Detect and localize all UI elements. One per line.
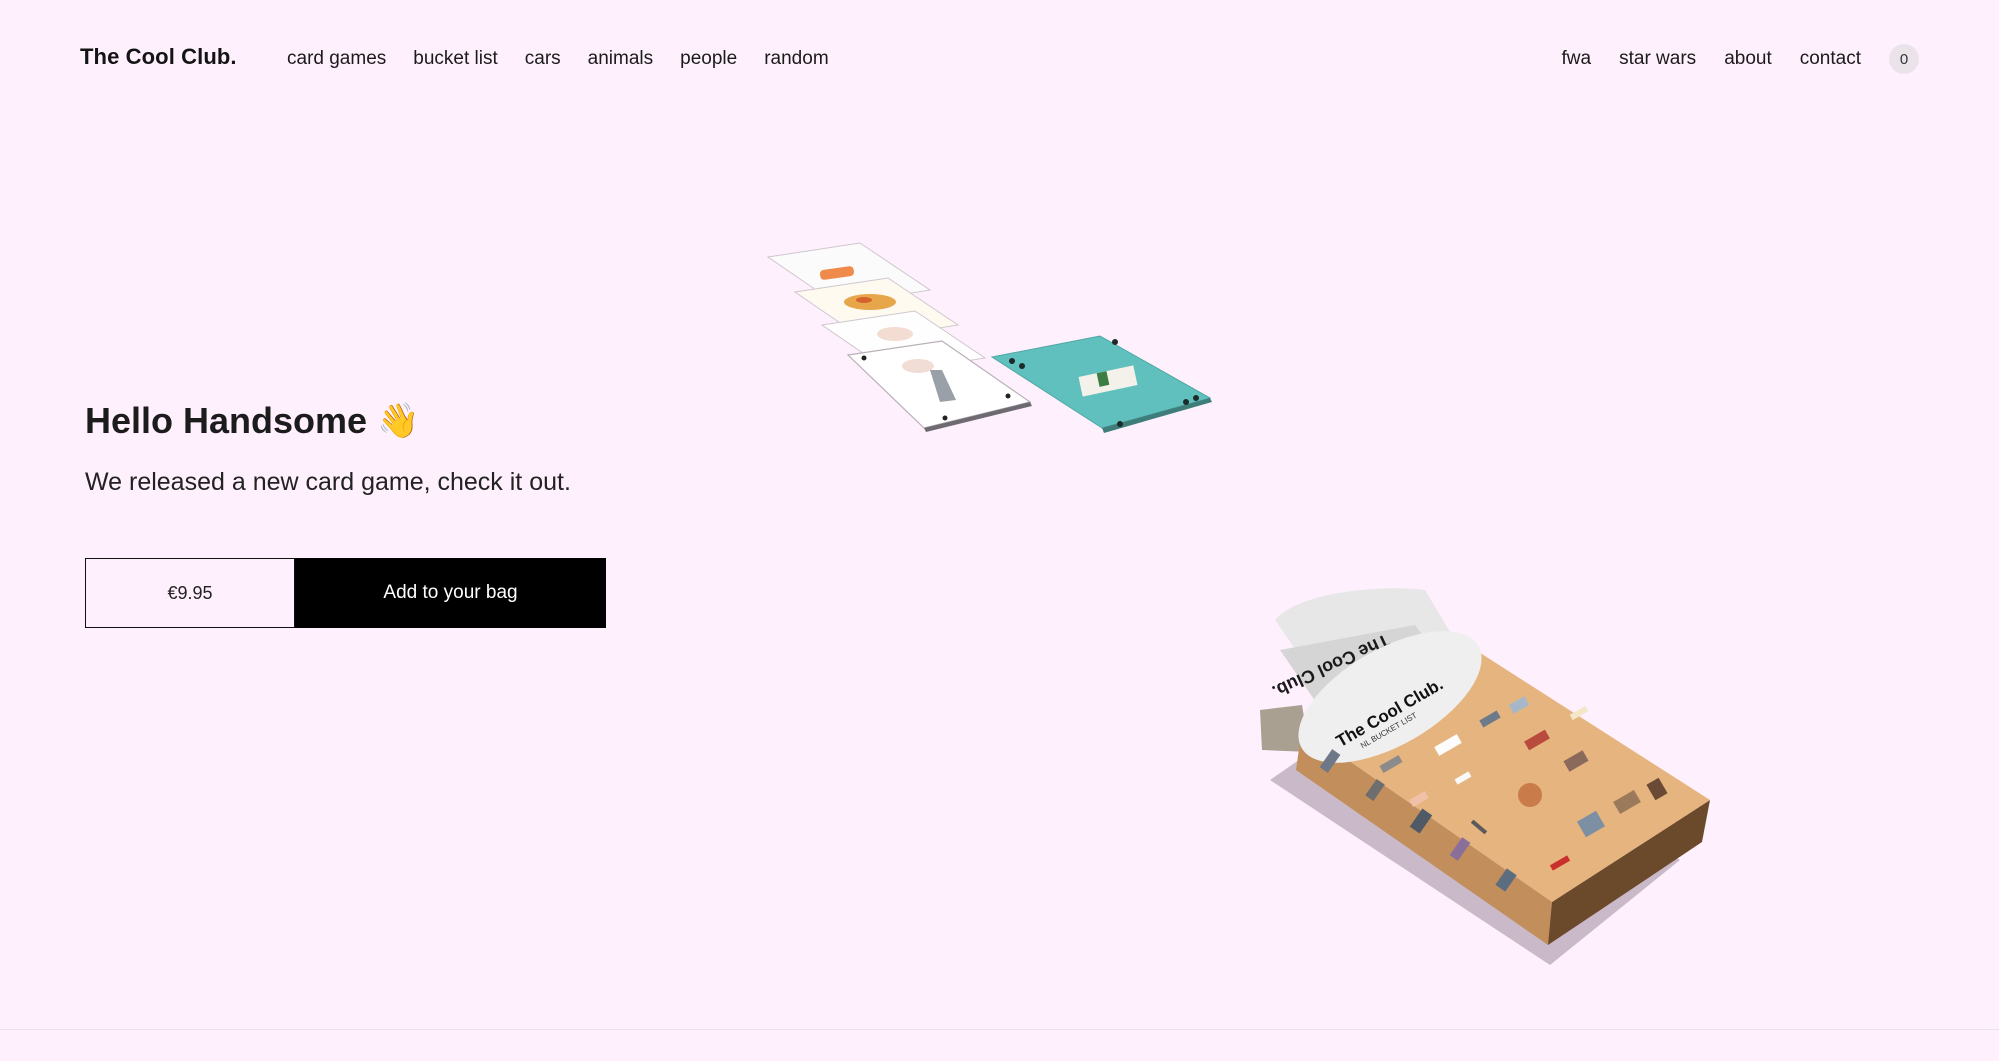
nav-about[interactable]: about — [1724, 48, 1772, 70]
nav-cars[interactable]: cars — [525, 48, 561, 70]
hero-subtitle: We released a new card game, check it ou… — [85, 468, 571, 496]
site-logo[interactable]: The Cool Club. — [80, 44, 237, 70]
purchase-group: €9.95 Add to your bag — [85, 558, 606, 628]
nav-bucket-list[interactable]: bucket list — [413, 48, 497, 70]
add-to-bag-button[interactable]: Add to your bag — [295, 558, 606, 628]
waving-hand-icon: 👋 — [377, 402, 420, 440]
nav-star-wars[interactable]: star wars — [1619, 48, 1696, 70]
nav-fwa[interactable]: fwa — [1562, 48, 1592, 70]
nav-random[interactable]: random — [764, 48, 828, 70]
secondary-nav: fwa star wars about contact 0 — [1562, 44, 1919, 74]
price-display: €9.95 — [85, 558, 295, 628]
card-box-illustration: The Cool Club. The Cool Club. NL BUCKET … — [1260, 588, 1710, 965]
card-stack — [766, 242, 1032, 432]
nav-card-games[interactable]: card games — [287, 48, 386, 70]
page: The Cool Club. card games bucket list ca… — [0, 0, 1999, 1061]
bag-count-badge[interactable]: 0 — [1889, 44, 1919, 74]
hero-title-text: Hello Handsome — [85, 400, 368, 441]
primary-nav: card games bucket list cars animals peop… — [287, 48, 829, 70]
hero-title: Hello Handsome 👋 — [85, 400, 419, 442]
nav-contact[interactable]: contact — [1800, 48, 1861, 70]
teal-card — [990, 335, 1212, 433]
nav-people[interactable]: people — [680, 48, 737, 70]
footer-divider — [0, 1029, 1999, 1030]
playing-cards-illustration — [766, 242, 1212, 433]
nav-animals[interactable]: animals — [588, 48, 653, 70]
